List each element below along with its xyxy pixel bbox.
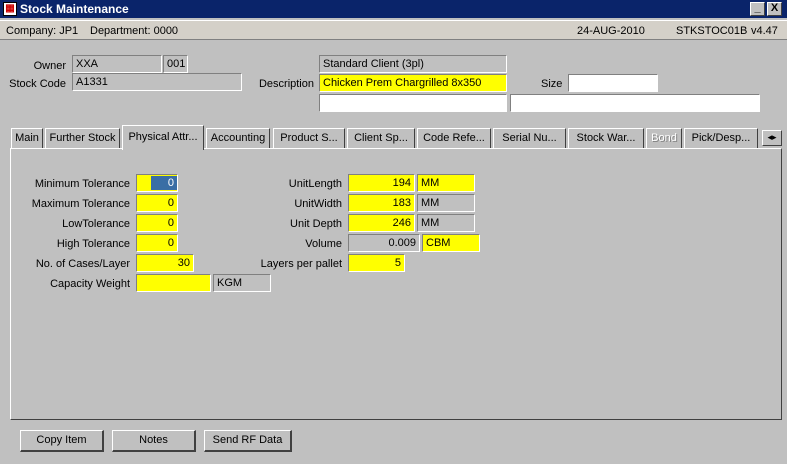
capacity-weight-field[interactable] <box>136 274 211 292</box>
low-tolerance-field[interactable]: 0 <box>136 214 178 232</box>
layers-per-pallet-field[interactable]: 5 <box>348 254 405 272</box>
tab-accounting[interactable]: Accounting <box>206 128 270 149</box>
owner-number-field[interactable]: 001 <box>163 55 188 73</box>
tab-stock-warehouse[interactable]: Stock War... <box>568 128 644 149</box>
stock-code-label: Stock Code <box>9 78 66 90</box>
description-line3-field[interactable] <box>510 94 760 112</box>
cases-per-layer-field[interactable]: 30 <box>136 254 194 272</box>
program-id: STKSTOC01B <box>676 25 748 37</box>
description-field[interactable]: Chicken Prem Chargrilled 8x350 <box>319 74 507 92</box>
company-text: Company: JP1 <box>6 25 79 37</box>
app-icon[interactable]: ▦ <box>3 2 17 16</box>
tab-main[interactable]: Main <box>11 128 43 149</box>
unit-width-label: UnitWidth <box>294 198 342 210</box>
unit-depth-uom-field[interactable]: MM <box>417 214 475 232</box>
high-tolerance-label: High Tolerance <box>56 238 130 250</box>
unit-length-uom-field[interactable]: MM <box>417 174 475 192</box>
window-title: Stock Maintenance <box>20 2 129 16</box>
minimize-button[interactable]: _ <box>750 2 765 16</box>
owner-name-field[interactable]: Standard Client (3pl) <box>319 55 507 73</box>
maximum-tolerance-field[interactable]: 0 <box>136 194 178 212</box>
tab-physical-attributes[interactable]: Physical Attr... <box>122 125 204 150</box>
info-bar: Company: JP1 Department: 0000 24-AUG-201… <box>0 20 787 40</box>
send-rf-data-button[interactable]: Send RF Data <box>204 430 292 452</box>
minimum-tolerance-value: 0 <box>151 176 177 190</box>
close-button[interactable]: X <box>767 2 782 16</box>
capacity-weight-unit-field[interactable]: KGM <box>213 274 271 292</box>
maximum-tolerance-label: Maximum Tolerance <box>31 198 130 210</box>
owner-label: Owner <box>33 60 66 72</box>
tab-further-stock[interactable]: Further Stock <box>45 128 120 149</box>
cases-per-layer-label: No. of Cases/Layer <box>35 258 130 270</box>
high-tolerance-field[interactable]: 0 <box>136 234 178 252</box>
minimum-tolerance-field[interactable]: 0 <box>136 174 178 192</box>
department-text: Department: 0000 <box>90 25 179 37</box>
tab-pick-despatch[interactable]: Pick/Desp... <box>684 128 758 149</box>
volume-uom-field[interactable]: CBM <box>422 234 480 252</box>
unit-length-label: UnitLength <box>288 178 342 190</box>
unit-length-field[interactable]: 194 <box>348 174 415 192</box>
copy-item-button[interactable]: Copy Item <box>20 430 104 452</box>
unit-width-field[interactable]: 183 <box>348 194 415 212</box>
tab-product-specs[interactable]: Product S... <box>273 128 345 149</box>
volume-field[interactable]: 0.009 <box>348 234 420 252</box>
low-tolerance-label: LowTolerance <box>62 218 130 230</box>
title-bar: ▦ Stock Maintenance _ X <box>0 0 787 18</box>
unit-depth-label: Unit Depth <box>290 218 342 230</box>
unit-width-uom-field[interactable]: MM <box>417 194 475 212</box>
tab-client-specific[interactable]: Client Sp... <box>347 128 415 149</box>
notes-button[interactable]: Notes <box>112 430 196 452</box>
description-label: Description <box>258 78 314 90</box>
owner-code-field[interactable]: XXA <box>72 55 162 73</box>
tab-scroll-arrows-icon[interactable]: ◂▸ <box>762 130 782 146</box>
size-label: Size <box>541 78 563 90</box>
size-field[interactable] <box>568 74 658 92</box>
stock-code-field[interactable]: A1331 <box>72 73 242 91</box>
minimum-tolerance-label: Minimum Tolerance <box>34 178 130 190</box>
unit-depth-field[interactable]: 246 <box>348 214 415 232</box>
version-text: v4.47 <box>751 25 778 37</box>
tab-serial-numbers[interactable]: Serial Nu... <box>493 128 566 149</box>
capacity-weight-label: Capacity Weight <box>50 278 130 290</box>
date-text: 24-AUG-2010 <box>577 25 645 37</box>
description-line2-field[interactable] <box>319 94 507 112</box>
volume-label: Volume <box>305 238 342 250</box>
tab-bond: Bond <box>646 128 682 149</box>
tab-code-references[interactable]: Code Refe... <box>417 128 491 149</box>
layers-per-pallet-label: Layers per pallet <box>260 258 342 270</box>
